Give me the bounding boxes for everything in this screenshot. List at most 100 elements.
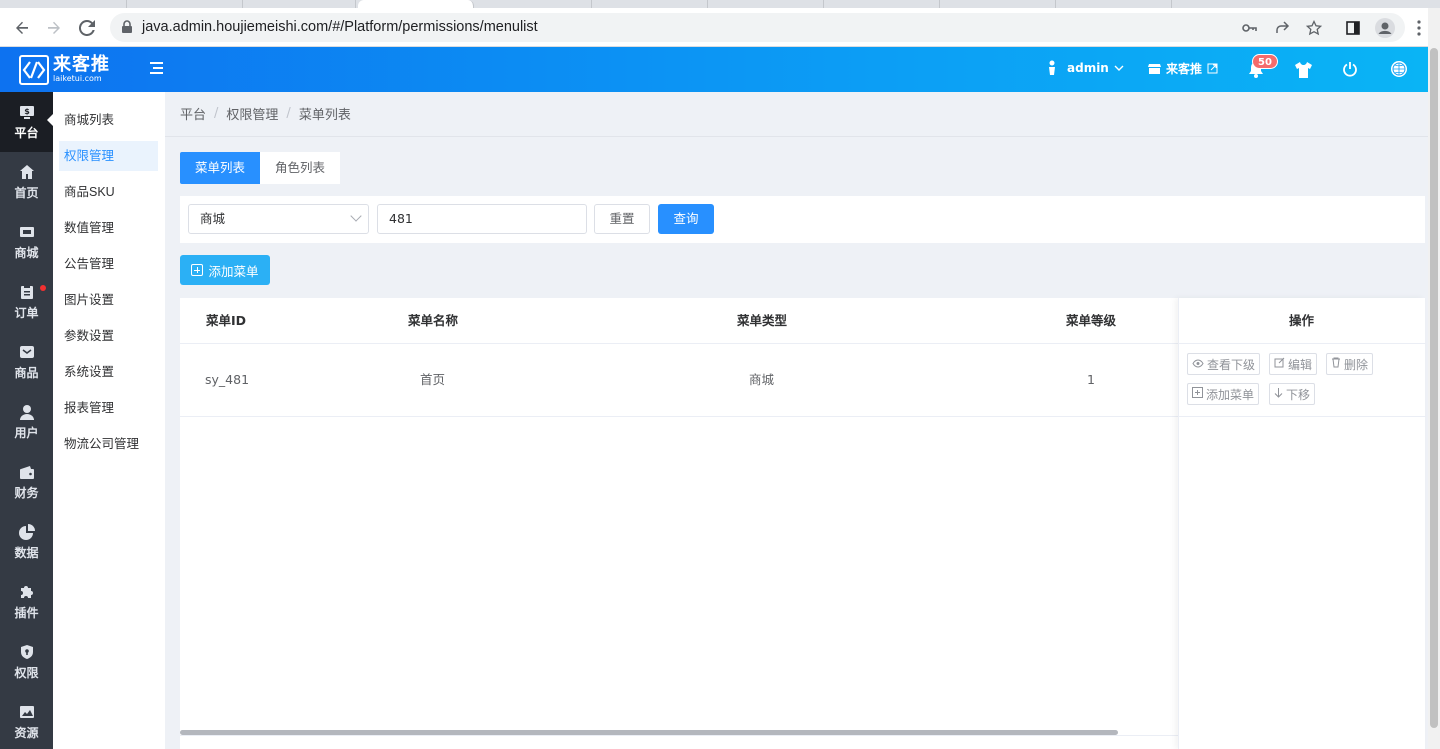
cell-id: sy_481: [205, 372, 250, 387]
bookmark-star-icon[interactable]: [1305, 19, 1323, 37]
plus-square-icon: [191, 264, 204, 276]
notification-badge: 50: [1252, 54, 1278, 69]
cell-level: 1: [1087, 372, 1095, 387]
browser-tab[interactable]: [708, 0, 824, 8]
actions-column: 操作 查看下级 编辑 删除 添加菜单 下移: [1178, 298, 1426, 749]
svg-text:$: $: [24, 107, 30, 116]
shop-link[interactable]: 来客推: [1148, 60, 1218, 77]
submenu-item-values[interactable]: 数值管理: [59, 213, 158, 243]
browser-tab[interactable]: [0, 0, 127, 8]
menu-table: 菜单ID 菜单名称 菜单类型 菜单等级 sy_481 首页 商城 1 操作 查看…: [180, 298, 1426, 749]
divider: [165, 136, 1428, 137]
breadcrumb-separator: /: [214, 106, 219, 121]
sidebar-item-finance[interactable]: 财务: [0, 452, 53, 512]
browser-tab[interactable]: [940, 0, 1056, 8]
query-button[interactable]: 查询: [658, 204, 714, 234]
chevron-down-icon: [1114, 65, 1124, 71]
type-select[interactable]: 商城: [188, 204, 369, 234]
user-icon: [18, 403, 36, 421]
address-bar[interactable]: java.admin.houjiemeishi.com/#/Platform/p…: [110, 13, 1405, 42]
submenu-item-mall-list[interactable]: 商城列表: [59, 105, 158, 135]
image-icon: [18, 703, 36, 721]
edit-button[interactable]: 编辑: [1269, 353, 1318, 375]
edit-icon: [1274, 357, 1285, 371]
filter-bar: 商城 481 重置 查询: [180, 196, 1425, 243]
submenu-item-reports[interactable]: 报表管理: [59, 393, 158, 423]
sidebar-item-users[interactable]: 用户: [0, 392, 53, 452]
back-icon[interactable]: [11, 17, 33, 39]
submenu-item-params[interactable]: 参数设置: [59, 321, 158, 351]
logo[interactable]: 来客推 laiketui.com: [19, 55, 110, 85]
sidebar-item-products[interactable]: 商品: [0, 332, 53, 392]
browser-toolbar: java.admin.houjiemeishi.com/#/Platform/p…: [0, 8, 1440, 47]
wallet-icon: [18, 463, 36, 481]
submenu-item-images[interactable]: 图片设置: [59, 285, 158, 315]
lock-icon: [122, 20, 132, 33]
username: admin: [1067, 61, 1109, 75]
sidebar-item-platform[interactable]: $ 平台: [0, 92, 53, 152]
primary-sidebar: $ 平台 首页 商城 订单 商品 用户 财务 数据 插件 权限 资源: [0, 92, 53, 749]
side-panel-icon[interactable]: [1342, 17, 1364, 39]
user-menu[interactable]: admin: [1046, 60, 1124, 76]
cell-name: 首页: [420, 372, 446, 387]
url-text: java.admin.houjiemeishi.com/#/Platform/p…: [142, 19, 538, 35]
add-submenu-button[interactable]: 添加菜单: [1187, 383, 1260, 405]
sidebar-item-data[interactable]: 数据: [0, 512, 53, 572]
puzzle-icon: [18, 583, 36, 601]
page-scrollbar[interactable]: [1428, 8, 1440, 749]
sidebar-item-resources[interactable]: 资源: [0, 692, 53, 749]
browser-tab[interactable]: [476, 0, 592, 8]
browser-tab[interactable]: [824, 0, 940, 8]
page-scrollbar-thumb[interactable]: [1430, 48, 1438, 728]
sidebar-item-permissions[interactable]: 权限: [0, 632, 53, 692]
sidebar-item-home[interactable]: 首页: [0, 152, 53, 212]
sidebar-item-plugins[interactable]: 插件: [0, 572, 53, 632]
submenu-item-announcements[interactable]: 公告管理: [59, 249, 158, 279]
reset-button[interactable]: 重置: [594, 204, 650, 234]
breadcrumb-separator: /: [286, 106, 291, 121]
move-down-button[interactable]: 下移: [1269, 383, 1316, 405]
secondary-sidebar: 商城列表 权限管理 商品SKU 数值管理 公告管理 图片设置 参数设置 系统设置…: [53, 92, 165, 749]
submenu-item-sku[interactable]: 商品SKU: [59, 177, 158, 207]
browser-tab[interactable]: [1056, 0, 1172, 8]
page-tabs: 菜单列表 角色列表: [180, 152, 341, 184]
forward-icon[interactable]: [43, 17, 65, 39]
add-menu-label: 添加菜单: [208, 263, 259, 279]
sidebar-item-mall[interactable]: 商城: [0, 212, 53, 272]
breadcrumb-item[interactable]: 平台: [180, 104, 206, 123]
delete-button[interactable]: 删除: [1326, 353, 1374, 375]
profile-avatar-icon[interactable]: [1374, 17, 1396, 39]
pie-chart-icon: [18, 523, 36, 541]
type-select-value: 商城: [200, 211, 226, 226]
browser-tab[interactable]: [243, 0, 356, 8]
submenu-item-permissions[interactable]: 权限管理: [59, 141, 158, 171]
home-icon: [18, 163, 36, 181]
key-icon[interactable]: [1240, 19, 1258, 37]
tab-role-list[interactable]: 角色列表: [260, 152, 341, 184]
keyword-input[interactable]: 481: [377, 204, 587, 234]
shirt-icon[interactable]: [1292, 58, 1314, 80]
power-icon[interactable]: [1339, 58, 1361, 80]
breadcrumb-current: 菜单列表: [298, 108, 351, 123]
tab-menu-list[interactable]: 菜单列表: [180, 152, 261, 184]
logo-mark-icon: [19, 55, 49, 85]
globe-icon[interactable]: [1388, 58, 1410, 80]
submenu-item-system[interactable]: 系统设置: [59, 357, 158, 387]
eye-icon: [1192, 358, 1204, 371]
browser-menu-icon[interactable]: [1408, 17, 1430, 39]
browser-tab[interactable]: [592, 0, 708, 8]
submenu-item-logistics[interactable]: 物流公司管理: [59, 429, 158, 459]
reload-icon[interactable]: [76, 17, 98, 39]
share-icon[interactable]: [1273, 19, 1291, 37]
browser-tab-active[interactable]: [358, 0, 474, 8]
browser-tab[interactable]: [127, 0, 243, 8]
order-icon: [18, 283, 36, 301]
chevron-down-icon: [350, 210, 362, 222]
menu-toggle-icon[interactable]: [150, 61, 164, 75]
add-menu-button[interactable]: 添加菜单: [180, 255, 270, 285]
view-children-button[interactable]: 查看下级: [1187, 353, 1261, 375]
sidebar-item-orders[interactable]: 订单: [0, 272, 53, 332]
cell-type: 商城: [749, 372, 775, 387]
breadcrumb-item[interactable]: 权限管理: [226, 104, 278, 123]
divider: [1179, 343, 1426, 344]
